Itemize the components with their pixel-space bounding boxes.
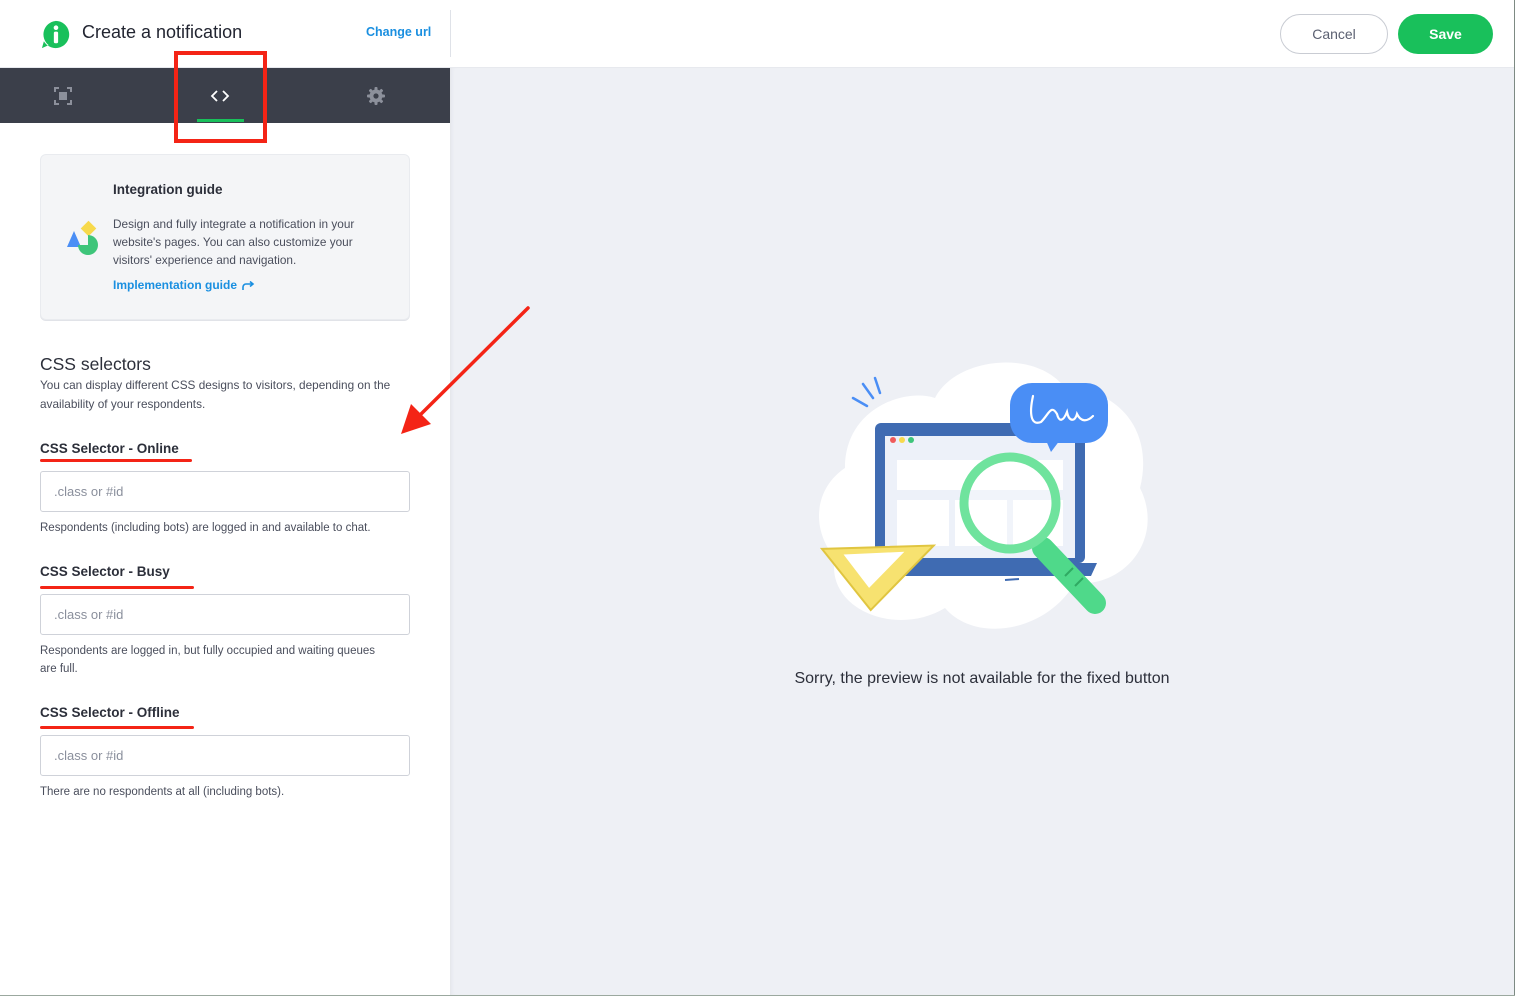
annotation-highlight-box [174, 51, 267, 143]
offline-selector-help: There are no respondents at all (includi… [40, 786, 285, 798]
online-selector-label: CSS Selector - Online [40, 441, 179, 456]
busy-selector-input[interactable] [40, 594, 410, 635]
annotation-arrow [401, 306, 530, 434]
css-selectors-description: You can display different CSS designs to… [40, 378, 391, 411]
shapes-icon [67, 220, 98, 255]
offline-selector-label: CSS Selector - Offline [40, 705, 180, 720]
online-selector-input[interactable] [40, 471, 410, 512]
offline-selector-input[interactable] [40, 735, 410, 776]
save-button[interactable]: Save [1398, 14, 1493, 54]
external-arrow-icon [242, 280, 255, 290]
app-logo-icon [41, 20, 70, 49]
annotation-underline [40, 586, 194, 589]
change-url-link[interactable]: Change url [366, 25, 431, 39]
header-divider [450, 10, 451, 57]
gear-icon [367, 86, 385, 105]
frame-icon [54, 86, 72, 105]
preview-area: Sorry, the preview is not available for … [450, 68, 1514, 995]
tab-layout[interactable] [23, 68, 103, 123]
tab-settings[interactable] [336, 68, 416, 123]
integration-guide-card: Integration guide Design and fully integ… [40, 154, 410, 320]
implementation-guide-link[interactable]: Implementation guide [113, 278, 255, 292]
busy-selector-help: Respondents are logged in, but fully occ… [40, 645, 376, 675]
cancel-button[interactable]: Cancel [1280, 14, 1388, 54]
settings-panel: Integration guide Design and fully integ… [0, 123, 450, 996]
online-selector-help: Respondents (including bots) are logged … [40, 522, 371, 534]
annotation-underline [40, 726, 194, 729]
guide-title: Integration guide [113, 182, 223, 197]
busy-selector-label: CSS Selector - Busy [40, 564, 170, 579]
annotation-underline [40, 459, 192, 462]
implementation-guide-label: Implementation guide [113, 278, 238, 292]
guide-description: Design and fully integrate a notificatio… [113, 217, 355, 267]
page-title: Create a notification [82, 22, 243, 42]
preview-unavailable-message: Sorry, the preview is not available for … [794, 670, 1170, 687]
laptop-magnifier-illustration [818, 362, 1148, 629]
css-selectors-title: CSS selectors [40, 354, 151, 374]
